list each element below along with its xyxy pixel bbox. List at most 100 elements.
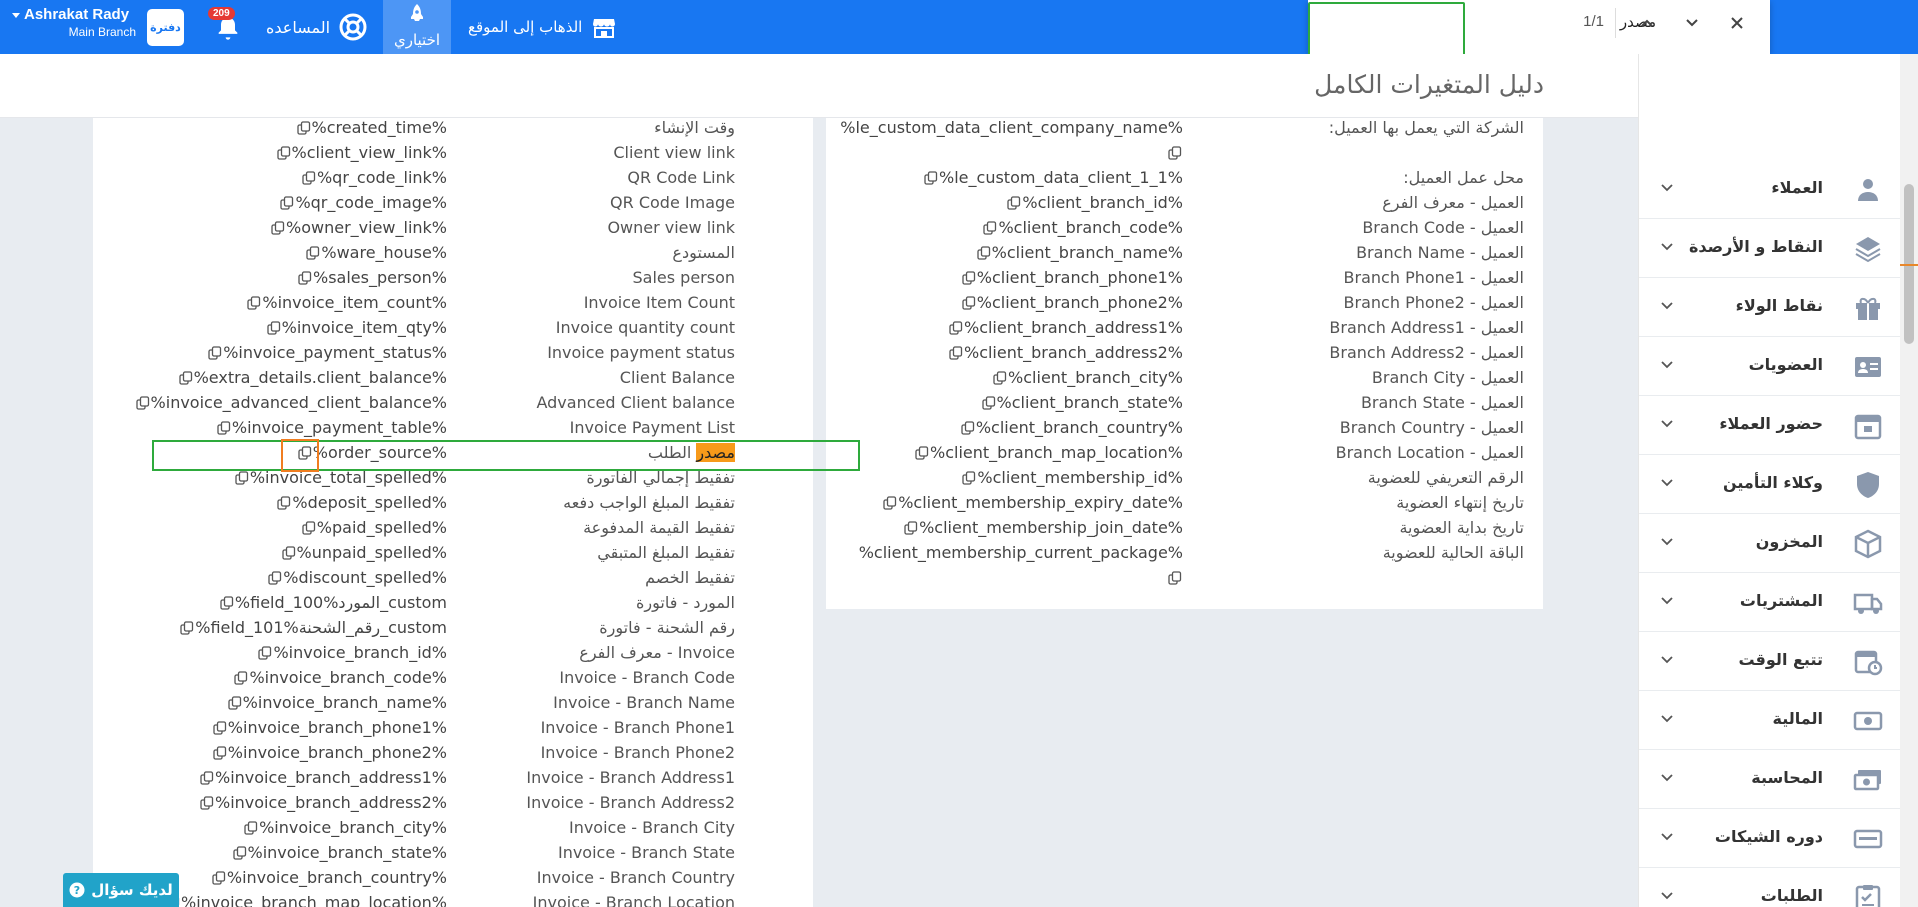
copy-icon[interactable]	[1168, 570, 1182, 589]
my-choice-button[interactable]: اختياري	[383, 0, 451, 54]
goto-site-button[interactable]: الذهاب إلى الموقع	[468, 12, 616, 42]
sidebar-item[interactable]: العضويات	[1639, 337, 1901, 396]
right-row-variable: %client_membership_current_package%	[859, 543, 1183, 568]
copy-icon[interactable]	[178, 370, 193, 389]
copy-icon[interactable]	[1168, 145, 1182, 164]
sidebar-item[interactable]: نقاط الولاء	[1639, 278, 1901, 337]
chevron-down-icon	[1661, 302, 1673, 310]
cheque-icon	[1853, 829, 1883, 849]
copy-icon[interactable]	[234, 670, 248, 689]
find-close-button[interactable]	[1722, 8, 1752, 38]
copy-icon[interactable]	[296, 120, 311, 139]
copy-icon[interactable]	[276, 145, 291, 164]
page-header: دليل المتغيرات الكامل	[0, 54, 1638, 118]
copy-button[interactable]	[1168, 568, 1183, 593]
left-row-label: Invoice - Branch City	[568, 818, 735, 837]
left-row-variable: %invoice_branch_state%	[232, 843, 447, 868]
chevron-down-icon	[1661, 597, 1673, 605]
copy-icon[interactable]	[306, 245, 320, 264]
variable-code: %client_branch_phone1%	[976, 268, 1183, 287]
copy-icon[interactable]	[277, 495, 291, 514]
variable-code: %le_custom_data_client_company_name%	[840, 118, 1183, 137]
sidebar-item[interactable]: المالية	[1639, 691, 1901, 750]
variable-code: %invoice_payment_table%	[231, 418, 447, 437]
sidebar-item[interactable]: المحاسبة	[1639, 750, 1901, 809]
scrollbar-find-marker	[1900, 264, 1918, 266]
copy-button[interactable]	[1168, 143, 1183, 168]
copy-icon[interactable]	[949, 320, 963, 339]
sidebar-item[interactable]: النقاط و الأرصدة	[1639, 219, 1901, 278]
copy-icon[interactable]	[232, 845, 247, 864]
copy-icon[interactable]	[208, 345, 222, 364]
find-next-button[interactable]	[1677, 8, 1707, 38]
sidebar-item[interactable]: تتبع الوقت	[1639, 632, 1901, 691]
logo[interactable]: دفترة	[147, 9, 184, 46]
copy-icon[interactable]	[180, 620, 194, 639]
copy-icon[interactable]	[949, 345, 963, 364]
copy-icon[interactable]	[298, 270, 312, 289]
copy-icon[interactable]	[1007, 195, 1021, 214]
copy-icon[interactable]	[235, 470, 249, 489]
sidebar-item-label: المشتريات	[1739, 591, 1823, 610]
ask-question-button[interactable]: ? لديك سؤال	[63, 873, 179, 907]
variable-code: %invoice_item_count%	[262, 293, 447, 312]
copy-icon[interactable]	[924, 170, 938, 189]
sidebar-item[interactable]: الطلبات	[1639, 868, 1901, 907]
chevron-down-icon	[1686, 19, 1698, 27]
copy-icon[interactable]	[266, 320, 281, 339]
content-area: وقت الإنشاء %created_time% Client view lin…	[0, 118, 1638, 907]
copy-icon[interactable]	[993, 370, 1007, 389]
copy-icon[interactable]	[247, 295, 261, 314]
copy-icon[interactable]	[220, 595, 234, 614]
left-row-label: Invoice quantity count	[555, 318, 735, 337]
sidebar-item[interactable]: حضور العملاء	[1639, 396, 1901, 455]
user-menu[interactable]: Ashrakat Rady Main Branch	[12, 6, 142, 39]
left-row-label: Invoice - معرف الفرع	[579, 643, 735, 662]
chevron-down-icon	[1661, 774, 1673, 782]
sidebar-item[interactable]: العملاء	[1639, 160, 1901, 219]
variable-code: %invoice_branch_name%	[242, 693, 447, 712]
copy-icon[interactable]	[217, 420, 231, 439]
copy-icon[interactable]	[200, 795, 214, 814]
copy-icon[interactable]	[977, 245, 991, 264]
copy-icon[interactable]	[302, 170, 316, 189]
left-row-variable: %invoice_advanced_client_balance%	[135, 393, 447, 418]
copy-icon[interactable]	[244, 820, 258, 839]
copy-icon[interactable]	[213, 720, 227, 739]
sidebar-item[interactable]: وكلاء التأمين	[1639, 455, 1901, 514]
find-previous-button[interactable]	[1632, 8, 1662, 38]
copy-icon[interactable]	[981, 395, 996, 414]
copy-icon[interactable]	[961, 420, 975, 439]
copy-icon[interactable]	[271, 220, 285, 239]
copy-icon[interactable]	[962, 295, 976, 314]
sidebar-item[interactable]: المخزون	[1639, 514, 1901, 573]
copy-icon[interactable]	[281, 545, 296, 564]
gift-icon	[1856, 297, 1880, 320]
copy-icon[interactable]	[258, 645, 272, 664]
id-card-icon	[1855, 357, 1881, 377]
copy-icon[interactable]	[200, 770, 214, 789]
scrollbar[interactable]	[1900, 54, 1918, 907]
sidebar-item-label: حضور العملاء	[1719, 414, 1823, 433]
copy-icon[interactable]	[904, 520, 918, 539]
copy-icon[interactable]	[883, 495, 897, 514]
left-row-variable: %client_view_link%	[276, 143, 447, 168]
copy-icon[interactable]	[228, 695, 242, 714]
copy-icon[interactable]	[962, 470, 976, 489]
copy-icon[interactable]	[302, 520, 316, 539]
copy-icon[interactable]	[915, 445, 929, 464]
copy-icon[interactable]	[280, 195, 294, 214]
left-row-variable: %field_101%رقم_الشحنة_custom	[180, 618, 447, 643]
copy-icon[interactable]	[962, 270, 976, 289]
sidebar-item[interactable]: دوره الشيكات	[1639, 809, 1901, 868]
variable-code: %client_branch_country%	[975, 418, 1183, 437]
sidebar-item[interactable]: المشتريات	[1639, 573, 1901, 632]
copy-icon[interactable]	[212, 870, 226, 889]
help-button[interactable]: المساعده	[266, 12, 368, 42]
copy-icon[interactable]	[135, 395, 150, 414]
right-row-variable: %client_branch_id%	[1007, 193, 1183, 218]
copy-icon[interactable]	[213, 745, 227, 764]
copy-icon[interactable]	[268, 570, 282, 589]
copy-icon[interactable]	[983, 220, 997, 239]
right-row-label: العميل - Branch State	[1360, 393, 1524, 412]
